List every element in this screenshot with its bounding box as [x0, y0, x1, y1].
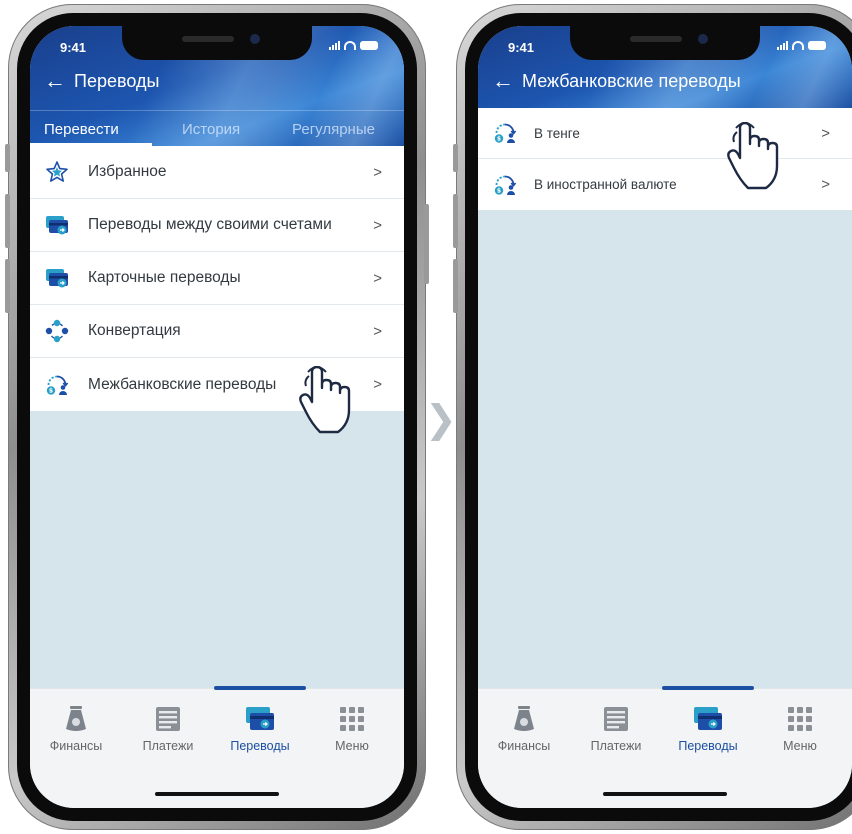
home-indicator[interactable] — [603, 792, 727, 796]
interbank-transfer-icon — [493, 173, 517, 197]
chevron-right-icon: > — [373, 163, 382, 181]
chevron-right-icon: > — [373, 216, 382, 234]
menu-grid-icon — [785, 705, 815, 733]
tap-hand-icon — [298, 366, 362, 436]
tab-label: Платежи — [142, 739, 194, 753]
transfer-card-icon — [693, 705, 723, 733]
tab-label: Финансы — [49, 739, 103, 753]
money-bag-icon — [509, 705, 539, 733]
tab-label: Меню — [783, 739, 817, 753]
active-tab-indicator — [662, 686, 754, 690]
tab-label: Платежи — [590, 739, 642, 753]
notch — [570, 26, 760, 60]
interbank-transfer-icon — [45, 373, 69, 397]
money-bag-icon — [61, 705, 91, 733]
list-item-label: Конвертация — [88, 322, 181, 339]
bottom-tab-bar: Финансы Платежи Переводы Меню — [478, 686, 852, 808]
title-bar: ← Переводы — [44, 68, 394, 94]
chevron-right-icon: > — [373, 322, 382, 340]
list-item-label: Избранное — [88, 163, 167, 180]
tab-history[interactable]: История — [182, 121, 240, 138]
card-transfer-icon — [45, 266, 69, 290]
tab-finance[interactable]: Финансы — [478, 705, 570, 753]
active-tab-indicator — [214, 686, 306, 690]
payments-list-icon — [153, 705, 183, 733]
status-icons — [329, 40, 378, 50]
left-screen: 9:41 ← Переводы Перевести История Регуля… — [30, 26, 404, 808]
payments-list-icon — [601, 705, 631, 733]
currency-exchange-icon — [45, 319, 69, 343]
list-item-label: Переводы между своими счетами — [88, 216, 332, 233]
list-item-card-transfers[interactable]: Карточные переводы > — [30, 252, 404, 305]
menu-grid-icon — [337, 705, 367, 733]
right-phone: 9:41 ← Межбанковские переводы В тенге > — [453, 4, 852, 830]
list-item-own-accounts[interactable]: Переводы между своими счетами > — [30, 199, 404, 252]
side-button — [5, 259, 10, 313]
tab-payments[interactable]: Платежи — [122, 705, 214, 753]
left-phone: 9:41 ← Переводы Перевести История Регуля… — [5, 4, 429, 830]
interbank-menu-list: В тенге > В иностранной валюте > — [478, 108, 852, 210]
side-button — [453, 259, 458, 313]
wifi-icon — [344, 40, 356, 50]
star-icon — [45, 160, 69, 184]
interbank-transfer-icon — [493, 121, 517, 145]
back-arrow-icon[interactable]: ← — [44, 70, 66, 92]
tab-bar-top: Перевести История Регулярные — [30, 110, 404, 146]
wifi-icon — [792, 40, 804, 50]
chevron-right-icon: > — [373, 269, 382, 287]
battery-icon — [808, 40, 826, 50]
bottom-tab-bar: Финансы Платежи Переводы Меню — [30, 686, 404, 808]
home-indicator[interactable] — [155, 792, 279, 796]
page-title: Переводы — [74, 70, 160, 91]
chevron-right-icon: > — [821, 176, 830, 193]
cards-transfer-icon — [45, 213, 69, 237]
next-step-arrow-icon: ❯ — [425, 399, 457, 441]
tab-transfers[interactable]: Переводы — [662, 705, 754, 753]
status-time: 9:41 — [508, 40, 535, 55]
tab-payments[interactable]: Платежи — [570, 705, 662, 753]
chevron-right-icon: > — [373, 376, 382, 393]
tab-label: Финансы — [497, 739, 551, 753]
tab-menu[interactable]: Меню — [754, 705, 846, 753]
transfer-card-icon — [245, 705, 275, 733]
battery-icon — [360, 40, 378, 50]
tab-transfer[interactable]: Перевести — [44, 121, 119, 138]
signal-icon — [329, 40, 340, 50]
tap-hand-icon — [726, 122, 790, 192]
list-item-foreign-currency[interactable]: В иностранной валюте > — [478, 159, 852, 210]
tab-menu[interactable]: Меню — [306, 705, 398, 753]
list-item-tenge[interactable]: В тенге > — [478, 108, 852, 159]
side-button — [424, 204, 429, 284]
tab-finance[interactable]: Финансы — [30, 705, 122, 753]
chevron-right-icon: > — [821, 124, 830, 142]
tab-label: Переводы — [230, 739, 290, 753]
back-arrow-icon[interactable]: ← — [492, 70, 514, 92]
side-button — [453, 144, 458, 172]
notch — [122, 26, 312, 60]
status-time: 9:41 — [60, 40, 87, 55]
list-item-label: В тенге — [534, 125, 580, 141]
list-item-label: Карточные переводы — [88, 269, 241, 286]
side-button — [453, 194, 458, 248]
tab-transfers[interactable]: Переводы — [214, 705, 306, 753]
tab-label: Меню — [335, 739, 369, 753]
right-screen: 9:41 ← Межбанковские переводы В тенге > — [478, 26, 852, 808]
status-icons — [777, 40, 826, 50]
side-button — [5, 194, 10, 248]
tab-label: Переводы — [678, 739, 738, 753]
list-item-conversion[interactable]: Конвертация > — [30, 305, 404, 358]
list-item-label: Межбанковские переводы — [88, 375, 277, 393]
tab-regular[interactable]: Регулярные — [292, 121, 375, 138]
side-button — [5, 144, 10, 172]
page-title: Межбанковские переводы — [522, 70, 741, 91]
list-item-favorites[interactable]: Избранное > — [30, 146, 404, 199]
list-item-label: В иностранной валюте — [534, 177, 677, 192]
signal-icon — [777, 40, 788, 50]
title-bar: ← Межбанковские переводы — [492, 68, 842, 94]
